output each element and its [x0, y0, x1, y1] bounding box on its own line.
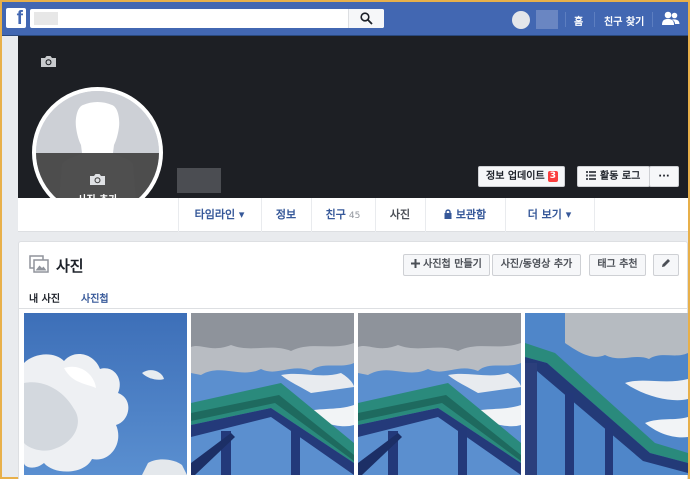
search-placeholder [34, 12, 58, 25]
update-info-label: 정보 업데이트 [486, 171, 545, 182]
tab-more[interactable]: 더 보기 ▾ [505, 198, 594, 232]
lock-icon [444, 209, 452, 219]
camera-icon[interactable] [40, 55, 57, 68]
nav-divider [594, 12, 595, 27]
user-avatar[interactable] [512, 11, 530, 29]
user-name-link[interactable] [536, 10, 558, 29]
create-album-label: 사진첩 만들기 [423, 259, 482, 270]
tab-timeline[interactable]: 타임라인 ▾ [178, 198, 261, 232]
profile-tabs: 타임라인 ▾ 정보 친구 45 사진 보관함 더 보기 ▾ [18, 198, 688, 232]
bridge-photo [525, 313, 688, 475]
search-input[interactable] [30, 9, 384, 28]
subtab-divider [19, 308, 687, 309]
list-icon [586, 171, 596, 180]
nav-divider [565, 12, 566, 27]
bridge-photo [191, 313, 354, 475]
home-link[interactable]: 홈 [574, 13, 583, 28]
more-icon: ··· [658, 171, 670, 182]
activity-log-label: 활동 로그 [600, 171, 641, 182]
edit-button[interactable] [653, 254, 679, 276]
nav-divider [652, 12, 653, 27]
photos-section: 사진 사진첩 만들기 사진/동영상 추가 태그 추천 내 사진 사진첩 [18, 241, 688, 479]
bridge-photo [358, 313, 521, 475]
facebook-logo[interactable]: f [6, 8, 26, 28]
friends-count: 45 [348, 211, 361, 221]
top-navigation-bar: f 홈 친구 찾기 [2, 2, 688, 36]
photos-icon [29, 255, 49, 273]
tag-suggestions-button[interactable]: 태그 추천 [589, 254, 646, 276]
search-icon [360, 12, 373, 25]
camera-icon [90, 174, 105, 185]
notification-badge: 3 [547, 171, 558, 182]
subtab-albums[interactable]: 사진첩 [81, 290, 109, 305]
tab-archive-label: 보관함 [455, 208, 487, 221]
tab-archive[interactable]: 보관함 [425, 198, 505, 232]
cloud-photo [24, 313, 187, 475]
tab-friends[interactable]: 친구 45 [311, 198, 375, 232]
photo-thumbnail[interactable] [24, 313, 187, 475]
subtab-my-photos[interactable]: 내 사진 [29, 290, 60, 305]
photo-thumbnail[interactable] [191, 313, 354, 475]
update-info-button[interactable]: 정보 업데이트 3 [478, 166, 565, 187]
pencil-icon [662, 259, 670, 267]
friend-requests-icon[interactable] [662, 11, 680, 27]
add-photos-videos-button[interactable]: 사진/동영상 추가 [492, 254, 581, 276]
photos-title: 사진 [56, 257, 84, 275]
tab-divider [594, 198, 595, 232]
tab-friends-label: 친구 [325, 208, 346, 221]
profile-name [177, 168, 221, 193]
more-options-button[interactable]: ··· [649, 166, 679, 187]
photo-thumbnail[interactable] [358, 313, 521, 475]
create-album-button[interactable]: 사진첩 만들기 [403, 254, 490, 276]
activity-log-button[interactable]: 활동 로그 [577, 166, 650, 187]
tab-about[interactable]: 정보 [261, 198, 311, 232]
find-friends-link[interactable]: 친구 찾기 [604, 13, 644, 28]
photo-thumbnail[interactable] [525, 313, 688, 475]
search-button[interactable] [348, 9, 384, 28]
tab-photos[interactable]: 사진 [375, 198, 425, 232]
plus-icon [411, 259, 421, 268]
